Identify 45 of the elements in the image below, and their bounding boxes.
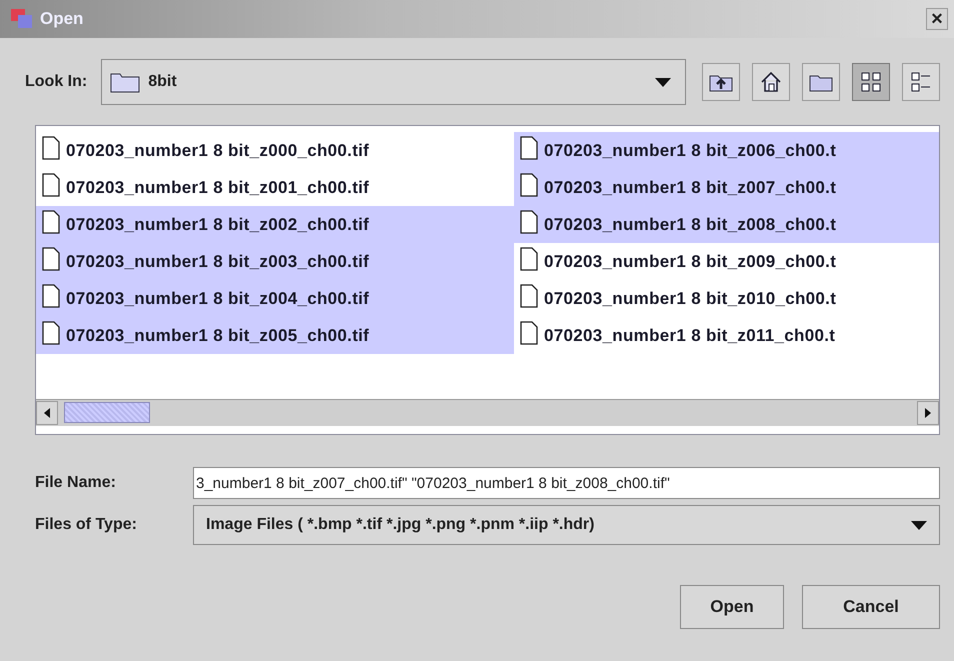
window-title: Open (40, 9, 84, 29)
file-item[interactable]: 070203_number1 8 bit_z006_ch00.t (514, 132, 939, 169)
caret-icon (655, 78, 671, 86)
home-icon (760, 71, 782, 93)
file-icon (520, 321, 538, 345)
horizontal-scrollbar[interactable] (36, 399, 939, 426)
look-in-dropdown[interactable]: 8bit (101, 59, 686, 105)
open-button[interactable]: Open (680, 585, 784, 629)
file-icon (42, 210, 60, 234)
file-icon (42, 136, 60, 160)
file-item[interactable]: 070203_number1 8 bit_z004_ch00.tif (36, 280, 514, 317)
home-button[interactable] (752, 63, 790, 101)
new-folder-button[interactable] (802, 63, 840, 101)
folder-icon (110, 71, 140, 93)
file-icon (520, 247, 538, 271)
details-view-button[interactable] (902, 63, 940, 101)
file-item[interactable]: 070203_number1 8 bit_z007_ch00.t (514, 169, 939, 206)
right-arrow-icon[interactable] (925, 408, 931, 418)
look-in-label: Look In: (25, 73, 88, 91)
file-name-field[interactable]: 3_number1 8 bit_z007_ch00.tif" "070203_number1 8 bit_z008_ch00.tif" (193, 467, 940, 499)
file-icon (520, 173, 538, 197)
list-view-button[interactable] (852, 63, 890, 101)
file-icon (42, 247, 60, 271)
file-item[interactable]: 070203_number1 8 bit_z008_ch00.t (514, 206, 939, 243)
file-icon (520, 136, 538, 160)
details-view-icon (910, 71, 932, 93)
close-button[interactable]: × (926, 8, 948, 30)
cancel-button[interactable]: Cancel (802, 585, 940, 629)
file-item[interactable]: 070203_number1 8 bit_z005_ch00.tif (36, 317, 514, 354)
file-icon (42, 321, 60, 345)
caret-icon (911, 520, 927, 530)
file-icon (520, 210, 538, 234)
file-item[interactable]: 070203_number1 8 bit_z003_ch00.tif (36, 243, 514, 280)
file-item[interactable]: 070203_number1 8 bit_z002_ch00.tif (36, 206, 514, 243)
app-icon (10, 8, 34, 30)
file-icon (42, 173, 60, 197)
scroll-thumb[interactable] (64, 402, 150, 423)
file-type-dropdown[interactable]: Image Files ( *.bmp *.tif *.jpg *.png *.pnm *.iip *.hdr) (193, 505, 940, 545)
list-view-icon (860, 71, 882, 93)
file-icon (520, 284, 538, 308)
file-name-label: File Name: (35, 474, 117, 492)
file-icon (42, 284, 60, 308)
up-folder-button[interactable] (702, 63, 740, 101)
files-of-type-label: Files of Type: (35, 516, 138, 534)
left-arrow-icon[interactable] (44, 408, 50, 418)
